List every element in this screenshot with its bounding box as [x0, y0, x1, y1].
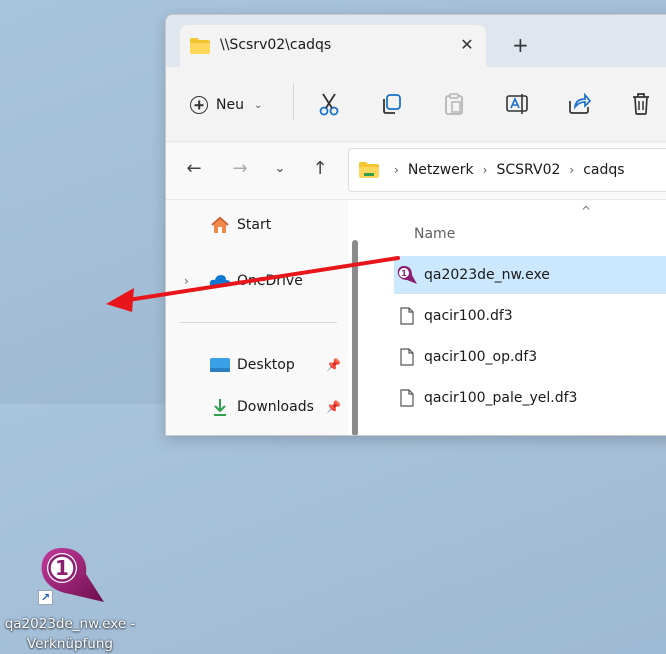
pin-icon[interactable]: 📌	[326, 400, 341, 414]
network-folder-icon	[359, 162, 379, 178]
paste-icon	[445, 93, 463, 115]
nav-item-label: OneDrive	[237, 273, 303, 289]
cloud-icon	[208, 271, 232, 291]
shortcut-label-line1: qa2023de_nw.exe -	[4, 616, 136, 632]
pin-icon[interactable]: 📌	[326, 358, 341, 372]
document-icon	[394, 389, 420, 407]
file-name: qa2023de_nw.exe	[424, 267, 550, 283]
back-arrow-icon[interactable]: ←	[182, 157, 206, 181]
file-name: qacir100.df3	[424, 308, 513, 324]
nav-item-downloads[interactable]: Downloads	[166, 392, 348, 422]
file-row[interactable]: qacir100_pale_yel.df3	[394, 379, 666, 417]
shortcut-label: qa2023de_nw.exe - Verknüpfung	[0, 614, 140, 654]
document-icon	[394, 307, 420, 325]
nav-item-onedrive[interactable]: OneDrive	[166, 266, 348, 296]
content-area: Start › OneDrive Desktop 📌 Downloads 📌 ^…	[166, 199, 666, 435]
breadcrumb-chevron-icon: ›	[569, 163, 575, 177]
breadcrumb-chevron-icon: ›	[394, 163, 399, 177]
toolbar-divider	[293, 83, 294, 121]
nav-item-desktop[interactable]: Desktop	[166, 350, 348, 380]
navigation-bar: ← → ⌄ ↑ › Netzwerk › SCSRV02 › cadqs	[166, 143, 666, 199]
shortcut-arrow-icon: ↗	[38, 590, 53, 605]
column-header-name[interactable]: Name	[414, 226, 455, 242]
new-button[interactable]: Neu ⌄	[190, 91, 262, 119]
recent-locations-chevron-icon[interactable]: ⌄	[268, 157, 292, 181]
new-tab-icon[interactable]: +	[512, 35, 529, 55]
breadcrumb-chevron-icon: ›	[482, 163, 488, 177]
address-bar[interactable]: › Netzwerk › SCSRV02 › cadqs	[348, 148, 666, 192]
file-row[interactable]: 1 qa2023de_nw.exe	[394, 256, 666, 294]
nav-item-label: Downloads	[237, 399, 314, 415]
shortcut-label-line2: Verknüpfung	[27, 636, 113, 652]
copy-icon[interactable]	[379, 91, 405, 117]
file-row[interactable]: qacir100_op.df3	[394, 338, 666, 376]
cut-icon[interactable]	[316, 91, 342, 117]
sort-ascending-icon: ^	[581, 204, 592, 218]
forward-arrow-icon[interactable]: →	[228, 157, 252, 181]
tab-bar: \\Scsrv02\cadqs ✕ +	[166, 15, 666, 69]
close-tab-icon[interactable]: ✕	[456, 34, 478, 56]
new-button-label: Neu	[216, 97, 244, 113]
shortcut-icon-number: 1	[55, 556, 69, 580]
home-icon	[208, 215, 232, 235]
desktop-icon	[208, 355, 232, 375]
document-icon	[394, 348, 420, 366]
nav-divider	[180, 322, 337, 323]
chevron-down-icon: ⌄	[253, 99, 263, 111]
command-bar: Neu ⌄	[166, 69, 666, 142]
navigation-pane: Start › OneDrive Desktop 📌 Downloads 📌	[166, 200, 348, 435]
file-name: qacir100_op.df3	[424, 349, 538, 365]
nav-item-label: Desktop	[237, 357, 295, 373]
breadcrumb-scsrv02[interactable]: SCSRV02	[496, 162, 560, 178]
delete-icon[interactable]	[628, 91, 654, 117]
share-icon[interactable]	[566, 91, 592, 117]
plus-circle-icon	[190, 96, 208, 114]
breadcrumb-cadqs[interactable]: cadqs	[583, 162, 624, 178]
exe-app-icon: 1	[394, 265, 420, 285]
nav-item-start[interactable]: Start	[166, 210, 348, 240]
explorer-window: \\Scsrv02\cadqs ✕ + Neu ⌄ ← → ⌄ ↑ › Netz…	[165, 14, 666, 436]
tab-title: \\Scsrv02\cadqs	[220, 37, 332, 53]
folder-icon	[190, 38, 210, 54]
tab-scsrv02-cadqs[interactable]: \\Scsrv02\cadqs ✕	[180, 25, 486, 69]
svg-text:1: 1	[401, 269, 407, 278]
breadcrumb-netzwerk[interactable]: Netzwerk	[408, 162, 474, 178]
nav-pane-scrollbar[interactable]	[352, 240, 358, 435]
rename-icon[interactable]	[504, 91, 530, 117]
download-icon	[208, 397, 232, 417]
file-row[interactable]: qacir100.df3	[394, 297, 666, 335]
desktop-shortcut[interactable]: 1 ↗ qa2023de_nw.exe - Verknüpfung	[0, 272, 140, 652]
up-arrow-icon[interactable]: ↑	[308, 157, 332, 181]
nav-item-label: Start	[237, 217, 272, 233]
